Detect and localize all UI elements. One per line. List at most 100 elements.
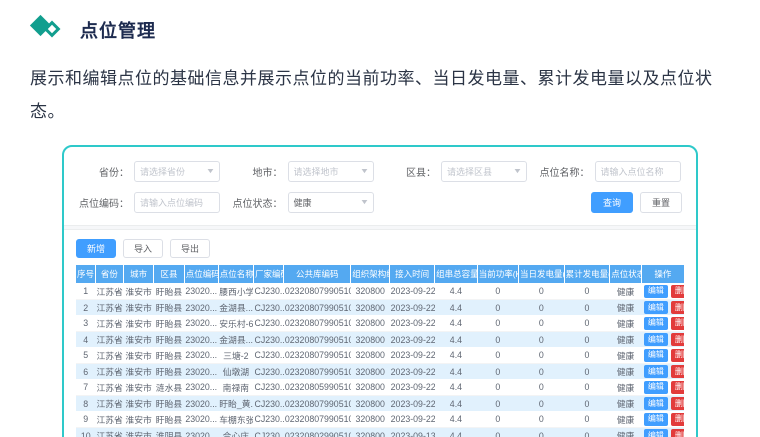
cell-province: 江苏省 xyxy=(95,283,123,299)
edit-button[interactable]: 编辑 xyxy=(644,413,668,426)
cell-district: 淮阴县 xyxy=(154,427,184,437)
table-row: 6江苏省淮安市盱眙县23020...仙墩湖CJ230...02320807990… xyxy=(76,363,684,379)
delete-button[interactable]: 删除 xyxy=(671,381,684,394)
cell-org-code: 320800 xyxy=(351,363,390,379)
delete-button[interactable]: 删除 xyxy=(671,397,684,410)
cell-actions: 编辑删除 xyxy=(641,283,684,299)
city-label: 地市： xyxy=(230,164,288,179)
cell-district: 盱眙县 xyxy=(154,315,184,331)
page-title: 点位管理 xyxy=(80,17,156,43)
edit-button[interactable]: 编辑 xyxy=(644,365,668,378)
point-status-select[interactable]: 健康 ▼ xyxy=(288,192,374,213)
cell-district: 盱眙县 xyxy=(154,283,184,299)
chevron-down-icon: ▼ xyxy=(359,199,369,206)
add-button[interactable]: 新增 xyxy=(76,239,116,258)
cell-org-code: 320800 xyxy=(351,411,390,427)
cell-point-name: 金湖县... xyxy=(218,299,253,315)
cell-province: 江苏省 xyxy=(95,331,123,347)
cell-city: 淮安市 xyxy=(123,347,153,363)
edit-button[interactable]: 编辑 xyxy=(644,349,668,362)
edit-button[interactable]: 编辑 xyxy=(644,397,668,410)
column-header: 厂家编码 xyxy=(253,265,283,283)
cell-current-power-kw: 0 xyxy=(477,315,518,331)
cell-city: 淮安市 xyxy=(123,427,153,437)
cell-status: 健康 xyxy=(610,379,642,395)
cell-total-energy: 0 xyxy=(564,427,610,437)
reset-button[interactable]: 重置 xyxy=(640,192,682,213)
cell-access-time: 2023-09-22 xyxy=(390,363,435,379)
point-name-placeholder: 请输入点位名称 xyxy=(601,165,664,178)
cell-access-time: 2023-09-22 xyxy=(390,315,435,331)
delete-button[interactable]: 删除 xyxy=(671,413,684,426)
column-header: 组织架构编码 xyxy=(351,265,390,283)
table-header-row: 序号省份城市区县点位编码点位名称厂家编码公共库编码组织架构编码接入时间组串总容量… xyxy=(76,265,684,283)
table-row: 3江苏省淮安市盱眙县23020...安乐村-6CJ230...023208079… xyxy=(76,315,684,331)
city-filter: 地市： 请选择地市 ▼ xyxy=(230,161,378,182)
cell-status: 健康 xyxy=(610,427,642,437)
cell-public-code: 023208029905100063 xyxy=(284,427,351,437)
delete-button[interactable]: 删除 xyxy=(671,429,684,437)
cell-daily-energy: 0 xyxy=(519,283,565,299)
cell-public-code: 023208079905100225 xyxy=(284,411,351,427)
import-button[interactable]: 导入 xyxy=(123,239,163,258)
point-code-input[interactable]: 请输入点位编码 xyxy=(134,192,220,213)
cell-capacity-kw: 4.4 xyxy=(435,299,478,315)
column-header: 区县 xyxy=(154,265,184,283)
column-header: 累计发电量(度) xyxy=(564,265,610,283)
cell-point-code: 23020... xyxy=(184,347,218,363)
table-row: 2江苏省淮安市盱眙县23020...金湖县...CJ230...02320807… xyxy=(76,299,684,315)
cell-city: 淮安市 xyxy=(123,299,153,315)
cell-daily-energy: 0 xyxy=(519,299,565,315)
search-button[interactable]: 查询 xyxy=(591,192,633,213)
edit-button[interactable]: 编辑 xyxy=(644,381,668,394)
delete-button[interactable]: 删除 xyxy=(671,349,684,362)
filter-buttons: 查询 重置 xyxy=(537,192,685,213)
cell-public-code: 023208079905100221 xyxy=(284,331,351,347)
edit-button[interactable]: 编辑 xyxy=(644,301,668,314)
province-placeholder: 请选择省份 xyxy=(140,165,185,178)
cell-district: 盱眙县 xyxy=(154,347,184,363)
cell-status: 健康 xyxy=(610,315,642,331)
edit-button[interactable]: 编辑 xyxy=(644,429,668,437)
column-header: 点位名称 xyxy=(218,265,253,283)
province-select[interactable]: 请选择省份 ▼ xyxy=(134,161,220,182)
page: 点位管理 展示和编辑点位的基础信息并展示点位的当前功率、当日发电量、累计发电量以… xyxy=(0,14,760,437)
cell-index: 10 xyxy=(76,427,95,437)
cell-public-code: 023208079905100220 xyxy=(284,315,351,331)
cell-point-name: 车棚东张 xyxy=(218,411,253,427)
delete-button[interactable]: 删除 xyxy=(671,365,684,378)
edit-button[interactable]: 编辑 xyxy=(644,333,668,346)
cell-current-power-kw: 0 xyxy=(477,331,518,347)
export-button[interactable]: 导出 xyxy=(170,239,210,258)
cell-point-code: 23020... xyxy=(184,331,218,347)
delete-button[interactable]: 删除 xyxy=(671,301,684,314)
edit-button[interactable]: 编辑 xyxy=(644,285,668,298)
cell-vendor-code: CJ230... xyxy=(253,427,283,437)
cell-total-energy: 0 xyxy=(564,315,610,331)
table-row: 9江苏省淮安市盱眙县23020...车棚东张CJ230...0232080799… xyxy=(76,411,684,427)
cell-point-code: 23020... xyxy=(184,299,218,315)
delete-button[interactable]: 删除 xyxy=(671,285,684,298)
table-row: 10江苏省淮安市淮阴县23020...合心庄CJ230...0232080299… xyxy=(76,427,684,437)
cell-daily-energy: 0 xyxy=(519,363,565,379)
delete-button[interactable]: 删除 xyxy=(671,317,684,330)
edit-button[interactable]: 编辑 xyxy=(644,317,668,330)
table-row: 4江苏省淮安市盱眙县23020...金湖县...CJ230...02320807… xyxy=(76,331,684,347)
column-header: 接入时间 xyxy=(390,265,435,283)
city-select[interactable]: 请选择地市 ▼ xyxy=(288,161,374,182)
point-name-filter: 点位名称： 请输入点位名称 xyxy=(537,161,685,182)
chevron-down-icon: ▼ xyxy=(206,168,216,175)
cell-access-time: 2023-09-22 xyxy=(390,411,435,427)
cell-current-power-kw: 0 xyxy=(477,283,518,299)
cell-index: 2 xyxy=(76,299,95,315)
cell-vendor-code: CJ230... xyxy=(253,363,283,379)
point-name-input[interactable]: 请输入点位名称 xyxy=(595,161,681,182)
delete-button[interactable]: 删除 xyxy=(671,333,684,346)
cell-current-power-kw: 0 xyxy=(477,299,518,315)
cell-point-code: 23020... xyxy=(184,283,218,299)
district-select[interactable]: 请选择区县 ▼ xyxy=(441,161,527,182)
cell-vendor-code: CJ230... xyxy=(253,331,283,347)
chevron-down-icon: ▼ xyxy=(359,168,369,175)
cell-district: 盱眙县 xyxy=(154,411,184,427)
cell-status: 健康 xyxy=(610,363,642,379)
